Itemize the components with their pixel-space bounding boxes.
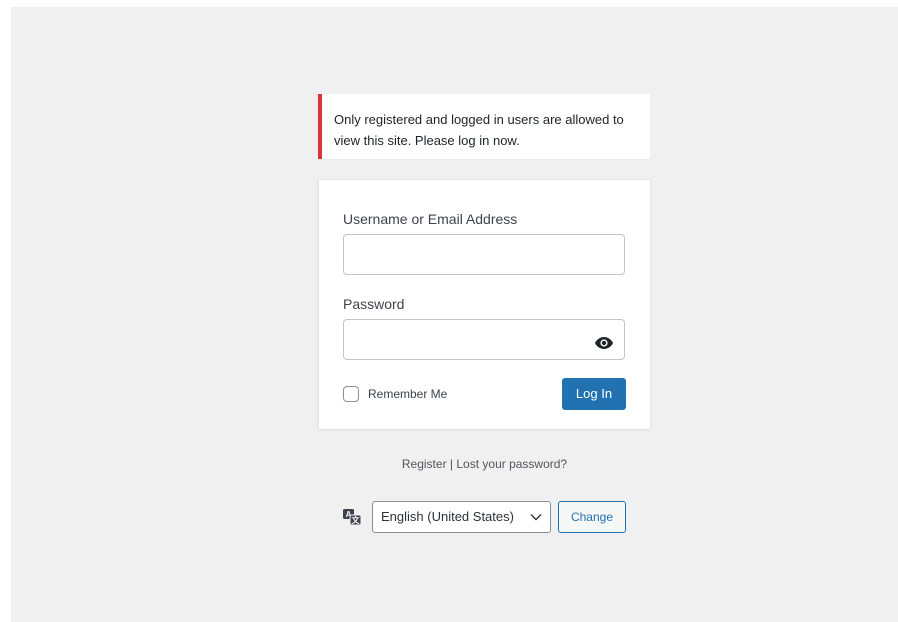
password-input[interactable] bbox=[343, 319, 625, 360]
login-form: Username or Email Address Password Remem… bbox=[318, 179, 651, 430]
login-nav: Register | Lost your password? bbox=[318, 457, 651, 471]
remember-me-label[interactable]: Remember Me bbox=[368, 387, 447, 401]
nav-separator: | bbox=[449, 457, 454, 471]
register-link[interactable]: Register bbox=[402, 457, 447, 471]
remember-me: Remember Me bbox=[343, 386, 447, 402]
chevron-down-icon bbox=[530, 514, 542, 521]
svg-text:文: 文 bbox=[352, 515, 361, 525]
username-label: Username or Email Address bbox=[343, 211, 518, 227]
notice-message: Only registered and logged in users are … bbox=[334, 112, 624, 148]
language-select[interactable]: English (United States) bbox=[372, 501, 551, 533]
login-notice: Only registered and logged in users are … bbox=[318, 94, 650, 159]
login-page: Only registered and logged in users are … bbox=[11, 7, 898, 622]
remember-me-checkbox[interactable] bbox=[343, 386, 359, 402]
translation-icon: A 文 bbox=[343, 509, 362, 526]
password-label: Password bbox=[343, 296, 405, 312]
eye-icon bbox=[595, 337, 613, 349]
show-password-icon[interactable] bbox=[594, 336, 614, 350]
username-input[interactable] bbox=[343, 234, 625, 275]
language-switcher: A 文 English (United States) Change bbox=[342, 501, 626, 533]
language-selected-value: English (United States) bbox=[381, 509, 514, 524]
log-in-button[interactable]: Log In bbox=[562, 378, 626, 410]
lost-password-link[interactable]: Lost your password? bbox=[456, 457, 567, 471]
change-language-button[interactable]: Change bbox=[558, 501, 626, 533]
